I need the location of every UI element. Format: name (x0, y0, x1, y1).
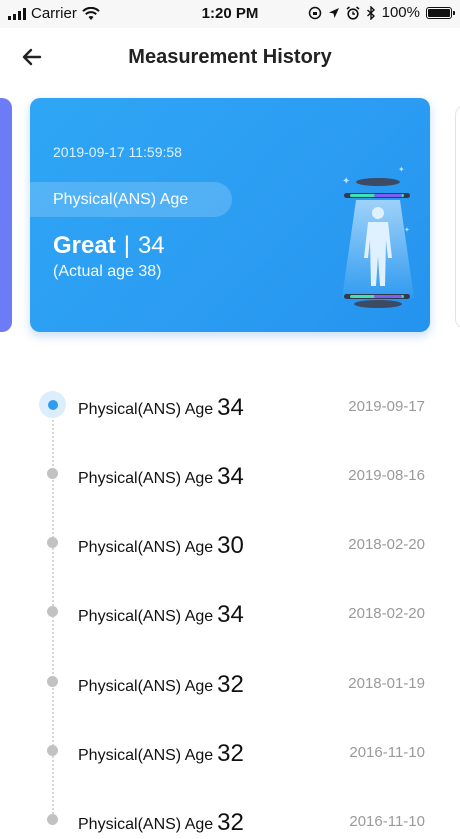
svg-text:✦: ✦ (398, 165, 405, 174)
card-rating: Great (53, 232, 116, 259)
history-row[interactable]: Physical(ANS) Age 34 2019-08-16 (0, 453, 460, 493)
location-icon (328, 7, 339, 18)
history-label-text: Physical(ANS) Age (78, 470, 214, 487)
history-date: 2018-01-19 (348, 675, 425, 692)
history-date: 2016-11-10 (349, 744, 425, 761)
card-value: 34 (137, 232, 165, 259)
history-date: 2019-08-16 (348, 467, 425, 484)
bluetooth-icon (366, 5, 375, 20)
page-title: Measurement History (128, 46, 332, 68)
history-label-text: Physical(ANS) Age (78, 816, 214, 833)
measurement-card[interactable]: 2019-09-17 11:59:58 Physical(ANS) Age Gr… (30, 98, 430, 332)
history-row[interactable]: Physical(ANS) Age 32 2016-11-10 (0, 799, 460, 839)
history-date: 2018-02-20 (348, 605, 425, 622)
history-row[interactable]: Physical(ANS) Age 32 2016-11-10 (0, 730, 460, 770)
status-right: 100% (308, 4, 455, 21)
history-label: Physical(ANS) Age 30 (78, 531, 244, 559)
history-label: Physical(ANS) Age 32 (78, 808, 244, 836)
timeline-dot-active (39, 391, 66, 418)
card-score: Great | 34 (53, 232, 165, 260)
battery-fill (428, 8, 450, 17)
card-label: Physical(ANS) Age (30, 182, 232, 217)
timeline-dot (47, 468, 58, 479)
history-value: 34 (217, 601, 244, 628)
svg-text:✦: ✦ (342, 176, 350, 187)
timeline-dot (47, 745, 58, 756)
alarm-icon (346, 5, 360, 20)
history-label: Physical(ANS) Age 32 (78, 670, 244, 698)
previous-card[interactable] (0, 98, 12, 332)
history-label: Physical(ANS) Age 34 (78, 600, 244, 628)
history-value: 34 (217, 394, 244, 421)
nav-bar: Measurement History (0, 28, 460, 86)
history-row[interactable]: Physical(ANS) Age 34 2019-09-17 (0, 384, 460, 424)
history-date: 2016-11-10 (349, 813, 425, 830)
status-bar: Carrier 1:20 PM 100% (0, 0, 460, 28)
history-label-text: Physical(ANS) Age (78, 678, 214, 695)
card-actual-age: (Actual age 38) (53, 263, 162, 280)
history-label: Physical(ANS) Age 32 (78, 739, 244, 767)
history-value: 34 (217, 463, 244, 490)
history-value: 32 (217, 671, 244, 698)
card-date: 2019-09-17 11:59:58 (53, 144, 182, 160)
timeline-dot (47, 606, 58, 617)
timeline-dot (47, 814, 58, 825)
history-row[interactable]: Physical(ANS) Age 32 2018-01-19 (0, 661, 460, 701)
history-label-text: Physical(ANS) Age (78, 539, 214, 556)
history-date: 2018-02-20 (348, 536, 425, 553)
history-date: 2019-09-17 (348, 398, 425, 415)
history-label-text: Physical(ANS) Age (78, 401, 214, 418)
history-row[interactable]: Physical(ANS) Age 30 2018-02-20 (0, 522, 460, 562)
history-value: 32 (217, 740, 244, 767)
next-card[interactable] (455, 105, 460, 329)
rotation-lock-icon (308, 6, 321, 19)
history-label-text: Physical(ANS) Age (78, 608, 214, 625)
history-label: Physical(ANS) Age 34 (78, 393, 244, 421)
timeline-dot (47, 537, 58, 548)
history-value: 30 (217, 532, 244, 559)
history-label-text: Physical(ANS) Age (78, 747, 214, 764)
history-value: 32 (217, 809, 244, 836)
battery-percent: 100% (381, 4, 420, 21)
score-separator: | (123, 232, 130, 259)
history-row[interactable]: Physical(ANS) Age 34 2018-02-20 (0, 591, 460, 631)
body-scan-illustration: ✦ ✦ ✦ (342, 165, 414, 308)
timeline-dot (47, 676, 58, 687)
svg-text:✦: ✦ (404, 226, 410, 234)
battery-icon (426, 6, 455, 19)
history-label: Physical(ANS) Age 34 (78, 462, 244, 490)
